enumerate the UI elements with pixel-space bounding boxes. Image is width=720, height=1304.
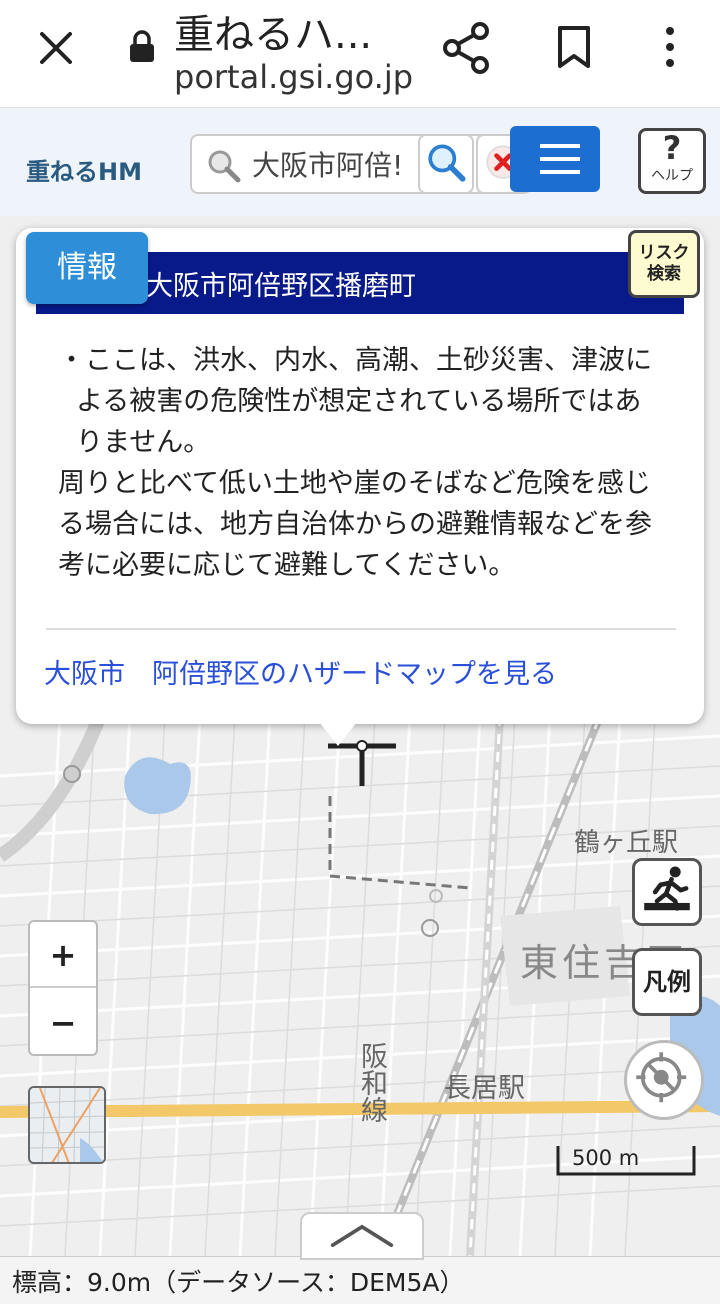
hazard-map-link[interactable]: 大阪市 阿倍野区のハザードマップを見る — [44, 652, 557, 691]
question-icon: ? — [662, 129, 682, 167]
hazard-description: ・ここは、洪水、内水、高潮、土砂災害、津波による被害の危険性が想定されている場所… — [58, 340, 668, 586]
zoom-out-button[interactable]: − — [30, 990, 96, 1056]
lock-icon — [128, 30, 156, 64]
minimap-button[interactable] — [28, 1086, 106, 1164]
expand-panel-button[interactable] — [300, 1212, 424, 1260]
more-options-icon[interactable] — [658, 24, 682, 70]
evacuation-icon[interactable] — [632, 858, 702, 926]
station-label: 鶴ヶ丘駅 — [574, 828, 679, 858]
risk-search-button[interactable]: リスク 検索 — [628, 230, 700, 298]
page-url[interactable]: portal.gsi.go.jp — [174, 58, 413, 96]
chevron-up-icon — [330, 1224, 394, 1247]
risk-search-label-1: リスク — [638, 243, 690, 263]
hazard-text-2: 周りと比べて低い土地や崖のそばなど危険を感じる場合には、地方自治体からの避難情報… — [58, 468, 652, 581]
place-name: 大阪市阿倍野区播磨町 — [146, 271, 416, 302]
help-button[interactable]: ? ヘルプ — [638, 128, 706, 194]
risk-search-label-2: 検索 — [647, 264, 681, 284]
search-input[interactable] — [252, 144, 412, 184]
app-header: 重ねるHM ? ヘルプ — [0, 108, 720, 216]
divider — [46, 628, 676, 630]
zoom-in-button[interactable]: + — [30, 922, 96, 988]
legend-button[interactable]: 凡例 — [632, 948, 702, 1016]
elevation-footer: 標高：9.0m（データソース：DEM5A） — [0, 1256, 720, 1304]
search-button[interactable] — [418, 134, 474, 194]
zoom-control: + − — [28, 920, 98, 1056]
app-logo[interactable]: 重ねるHM — [26, 152, 142, 187]
bookmark-icon[interactable] — [554, 24, 594, 70]
elevation-text: 標高：9.0m（データソース：DEM5A） — [12, 1268, 465, 1297]
search-icon — [206, 148, 242, 184]
minimap-thumbnail — [30, 1088, 104, 1162]
info-tab[interactable]: 情報 — [26, 232, 148, 304]
share-icon[interactable] — [442, 22, 490, 74]
current-location-icon[interactable] — [624, 1040, 704, 1120]
hazard-text-1: ・ここは、洪水、内水、高潮、土砂災害、津波による被害の危険性が想定されている場所… — [58, 345, 652, 458]
menu-button[interactable] — [510, 126, 600, 192]
close-icon[interactable] — [34, 26, 78, 70]
station-label: 長居駅 — [444, 1073, 525, 1104]
railway-label: 阪和線 — [356, 1042, 387, 1123]
scale-bar: 500 m — [556, 1144, 696, 1176]
popup-pointer — [316, 718, 360, 746]
scale-label: 500 m — [572, 1146, 640, 1170]
help-label: ヘルプ — [651, 168, 693, 184]
page-title: 重ねるハ... — [174, 12, 373, 58]
browser-toolbar: 重ねるハ... portal.gsi.go.jp — [0, 0, 720, 108]
